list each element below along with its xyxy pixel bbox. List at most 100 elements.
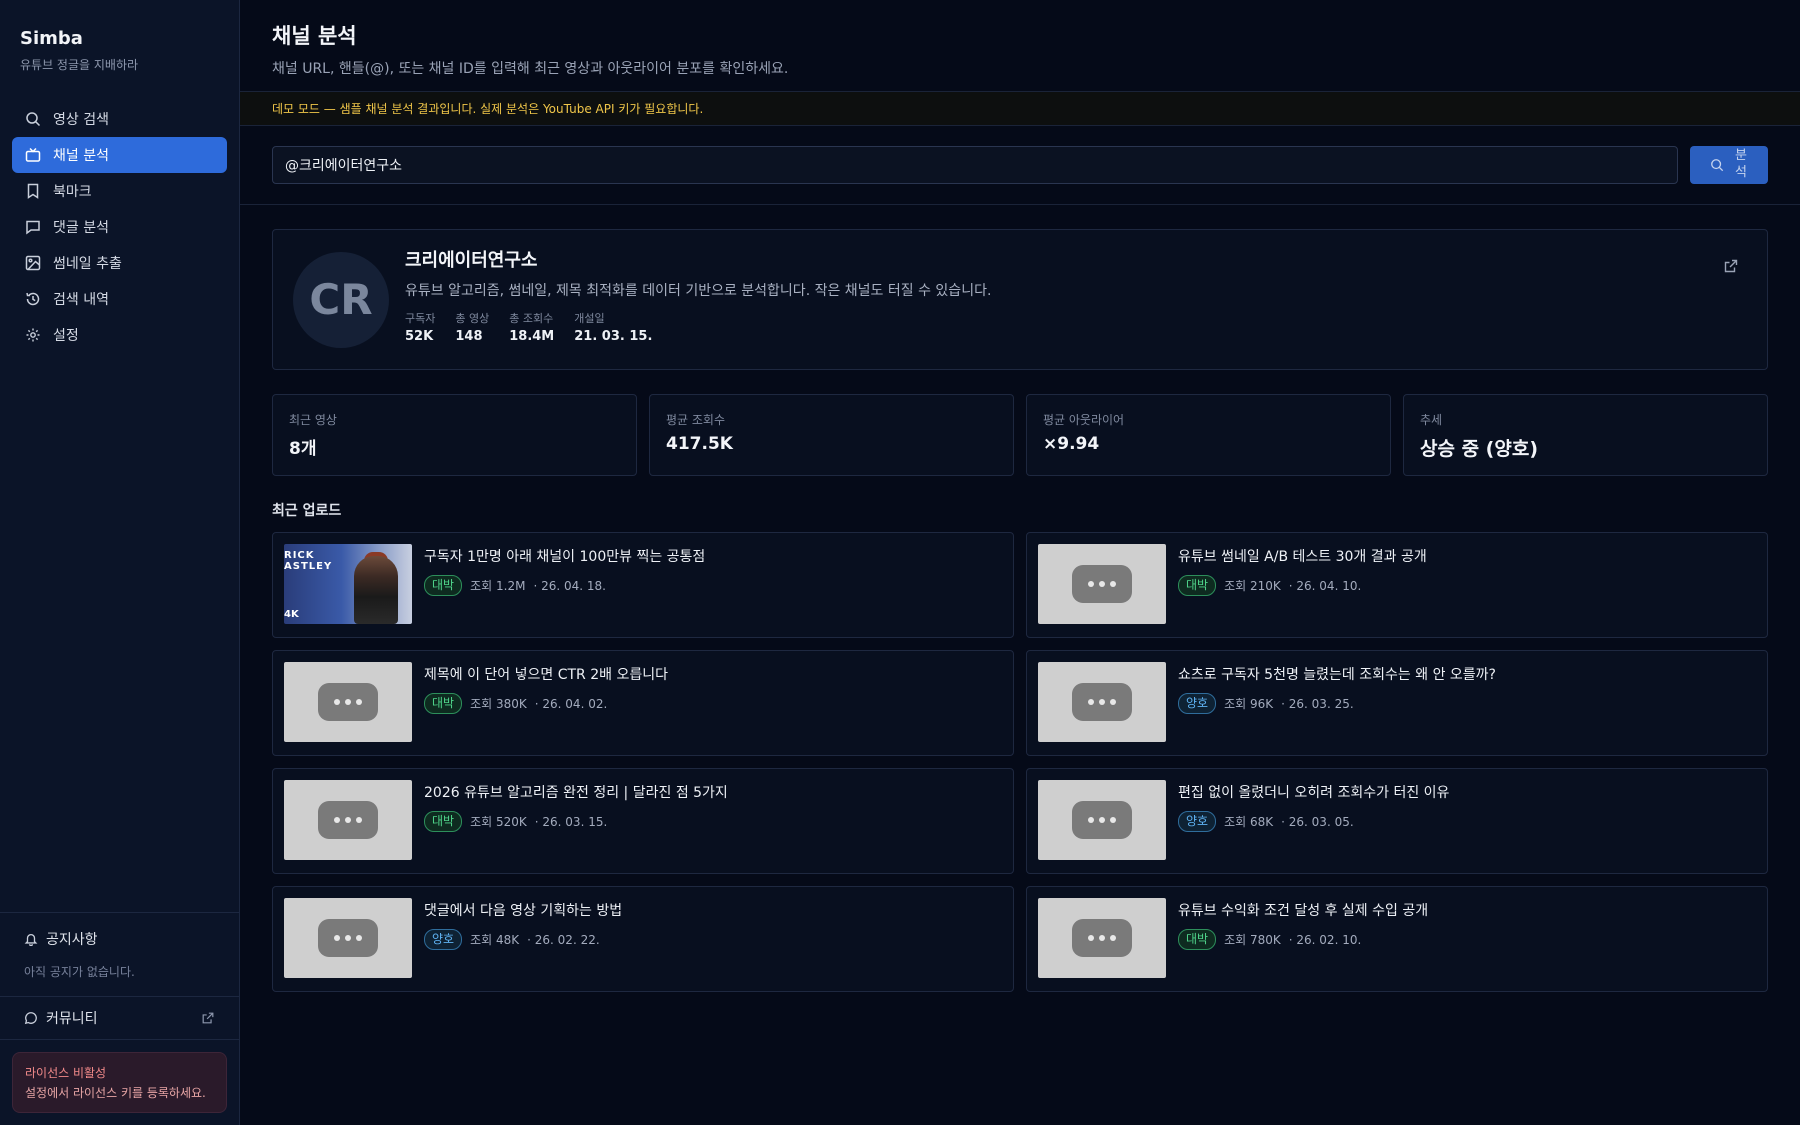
page-subtitle: 채널 URL, 핸들(@), 또는 채널 ID를 입력해 최근 영상과 아웃라이… <box>272 61 789 77</box>
video-date: · 26. 03. 05. <box>1281 814 1354 829</box>
stat-total-views: 총 조회수 18.4M <box>509 311 555 344</box>
brand-name: Simba <box>20 28 83 49</box>
thumbnail-caption: RICK ASTLEY <box>284 550 333 572</box>
license-body: 설정에서 라이선스 키를 등록하세요. <box>25 1085 206 1100</box>
sidebar-item-bookmark[interactable]: 북마크 <box>12 173 227 209</box>
notice-section: 공지사항 아직 공지가 없습니다. <box>0 911 239 996</box>
video-title: 쇼츠로 구독자 5천명 늘렸는데 조회수는 왜 안 오를까? <box>1178 667 1496 683</box>
video-views: 조회 380K <box>470 697 527 711</box>
recent-video-grid: RICK ASTLEY 4K 구독자 1만명 아래 채널이 100만뷰 찍는 공… <box>272 532 1768 992</box>
video-card[interactable]: 유튜브 썸네일 A/B 테스트 30개 결과 공개 대박 조회 210K · 2… <box>1026 532 1768 638</box>
sidebar-item-comment-analysis[interactable]: 댓글 분석 <box>12 209 227 245</box>
sidebar-item-search-history[interactable]: 검색 내역 <box>12 281 227 317</box>
video-views: 조회 68K <box>1224 815 1274 829</box>
more-dots-icon <box>318 683 378 721</box>
stat-created-date: 개설일 21. 03. 15. <box>574 311 653 344</box>
video-date: · 26. 04. 18. <box>533 578 606 593</box>
notice-title: 공지사항 <box>46 931 98 948</box>
video-date: · 26. 02. 10. <box>1288 932 1362 947</box>
video-date: · 26. 02. 22. <box>527 932 600 947</box>
stat-subscribers: 구독자 52K <box>405 311 436 344</box>
channel-search-input[interactable] <box>272 146 1678 184</box>
sidebar-item-thumbnail-extract[interactable]: 썸네일 추출 <box>12 245 227 281</box>
video-card[interactable]: 2026 유튜브 알고리즘 완전 정리 | 달라진 점 5가지 대박 조회 52… <box>272 768 1014 874</box>
chat-bubble-icon <box>24 1011 37 1024</box>
video-card[interactable]: 유튜브 수익화 조건 달성 후 실제 수입 공개 대박 조회 780K · 26… <box>1026 886 1768 992</box>
metric-recent-videos: 최근 영상 8개 <box>272 394 637 476</box>
analyze-button-label: 분석 <box>1735 148 1747 180</box>
license-title: 라이선스 비활성 <box>25 1065 107 1080</box>
more-dots-icon <box>318 919 378 957</box>
notice-header[interactable]: 공지사항 <box>24 929 215 949</box>
status-badge: 양호 <box>424 929 463 950</box>
sidebar-item-label: 검색 내역 <box>53 292 109 308</box>
external-link-icon[interactable] <box>1723 258 1739 274</box>
comment-icon <box>26 220 40 235</box>
image-icon <box>25 255 41 271</box>
status-badge: 대박 <box>1178 929 1217 950</box>
search-bar: 분석 <box>240 126 1800 205</box>
channel-stats: 구독자 52K 총 영상 148 총 조회수 18.4M 개설일 21. 03.… <box>405 310 991 344</box>
search-icon <box>26 112 41 127</box>
video-thumbnail-placeholder <box>284 898 412 978</box>
page-title: 채널 분석 <box>272 24 357 48</box>
bookmark-icon <box>27 183 39 199</box>
video-card[interactable]: 편집 없이 올렸더니 오히려 조회수가 터진 이유 양호 조회 68K · 26… <box>1026 768 1768 874</box>
sidebar-item-video-search[interactable]: 영상 검색 <box>12 101 227 137</box>
gear-icon <box>26 328 40 342</box>
metric-trend: 추세 상승 중 (양호) <box>1403 394 1768 476</box>
video-thumbnail-placeholder <box>1038 544 1166 624</box>
sidebar-item-settings[interactable]: 설정 <box>12 317 227 353</box>
sidebar-item-channel-analysis[interactable]: 채널 분석 <box>12 137 227 173</box>
video-title: 구독자 1만명 아래 채널이 100만뷰 찍는 공통점 <box>424 549 706 565</box>
sidebar-nav: 영상 검색 채널 분석 북마크 댓글 분석 썸네일 추출 검색 내역 설정 <box>0 97 239 357</box>
sidebar-item-label: 채널 분석 <box>53 148 109 164</box>
channel-description: 유튜브 알고리즘, 썸네일, 제목 최적화를 데이터 기반으로 분석합니다. 작… <box>405 282 992 299</box>
video-title: 댓글에서 다음 영상 기획하는 방법 <box>424 903 623 919</box>
more-dots-icon <box>318 801 378 839</box>
video-card[interactable]: 제목에 이 단어 넣으면 CTR 2배 오릅니다 대박 조회 380K · 26… <box>272 650 1014 756</box>
sidebar-item-label: 북마크 <box>53 184 92 200</box>
channel-info: 크리에이터연구소 유튜브 알고리즘, 썸네일, 제목 최적화를 데이터 기반으로… <box>405 246 991 344</box>
external-link-icon <box>202 1012 214 1024</box>
sidebar: Simba 유튜브 정글을 지배하라 영상 검색 채널 분석 북마크 댓글 분석… <box>0 0 240 1125</box>
video-card[interactable]: 쇼츠로 구독자 5천명 늘렸는데 조회수는 왜 안 오를까? 양호 조회 96K… <box>1026 650 1768 756</box>
video-card[interactable]: 댓글에서 다음 영상 기획하는 방법 양호 조회 48K · 26. 02. 2… <box>272 886 1014 992</box>
video-card[interactable]: RICK ASTLEY 4K 구독자 1만명 아래 채널이 100만뷰 찍는 공… <box>272 532 1014 638</box>
video-title: 제목에 이 단어 넣으면 CTR 2배 오릅니다 <box>424 667 668 683</box>
more-dots-icon <box>1072 801 1132 839</box>
video-thumbnail-placeholder <box>284 780 412 860</box>
section-title-recent-uploads: 최근 업로드 <box>272 503 342 519</box>
history-icon <box>26 292 40 306</box>
channel-name: 크리에이터연구소 <box>405 249 538 271</box>
analyze-button[interactable]: 분석 <box>1690 146 1768 184</box>
analysis-content: CR 크리에이터연구소 유튜브 알고리즘, 썸네일, 제목 최적화를 데이터 기… <box>240 205 1800 992</box>
brand: Simba 유튜브 정글을 지배하라 <box>0 0 239 97</box>
video-date: · 26. 03. 15. <box>534 814 608 829</box>
video-date: · 26. 03. 25. <box>1281 696 1354 711</box>
notice-empty-text: 아직 공지가 없습니다. <box>24 964 135 979</box>
video-views: 조회 520K <box>470 815 527 829</box>
more-dots-icon <box>1072 683 1132 721</box>
stat-total-videos: 총 영상 148 <box>455 311 490 344</box>
video-title: 2026 유튜브 알고리즘 완전 정리 | 달라진 점 5가지 <box>424 785 728 801</box>
brand-tagline: 유튜브 정글을 지배하라 <box>20 58 139 72</box>
video-views: 조회 48K <box>470 933 520 947</box>
community-link[interactable]: 커뮤니티 <box>0 995 239 1040</box>
metrics-row: 최근 영상 8개 평균 조회수 417.5K 평균 아웃라이어 ×9.94 추세… <box>272 394 1768 476</box>
metric-average-outlier: 평균 아웃라이어 ×9.94 <box>1026 394 1391 476</box>
page-header: 채널 분석 채널 URL, 핸들(@), 또는 채널 ID를 입력해 최근 영상… <box>240 0 1800 92</box>
video-thumbnail: RICK ASTLEY 4K <box>284 544 412 624</box>
license-warning[interactable]: 라이선스 비활성 설정에서 라이선스 키를 등록하세요. <box>12 1051 227 1113</box>
status-badge: 대박 <box>1178 575 1217 596</box>
thumbnail-4k-label: 4K <box>284 609 299 620</box>
video-date: · 26. 04. 02. <box>534 696 608 711</box>
channel-card: CR 크리에이터연구소 유튜브 알고리즘, 썸네일, 제목 최적화를 데이터 기… <box>272 229 1768 370</box>
video-title: 유튜브 썸네일 A/B 테스트 30개 결과 공개 <box>1178 549 1427 565</box>
video-thumbnail-placeholder <box>1038 780 1166 860</box>
bell-icon <box>24 933 38 946</box>
status-badge: 양호 <box>1178 811 1217 832</box>
status-badge: 대박 <box>424 575 463 596</box>
status-badge: 대박 <box>424 811 463 832</box>
status-badge: 양호 <box>1178 693 1217 714</box>
